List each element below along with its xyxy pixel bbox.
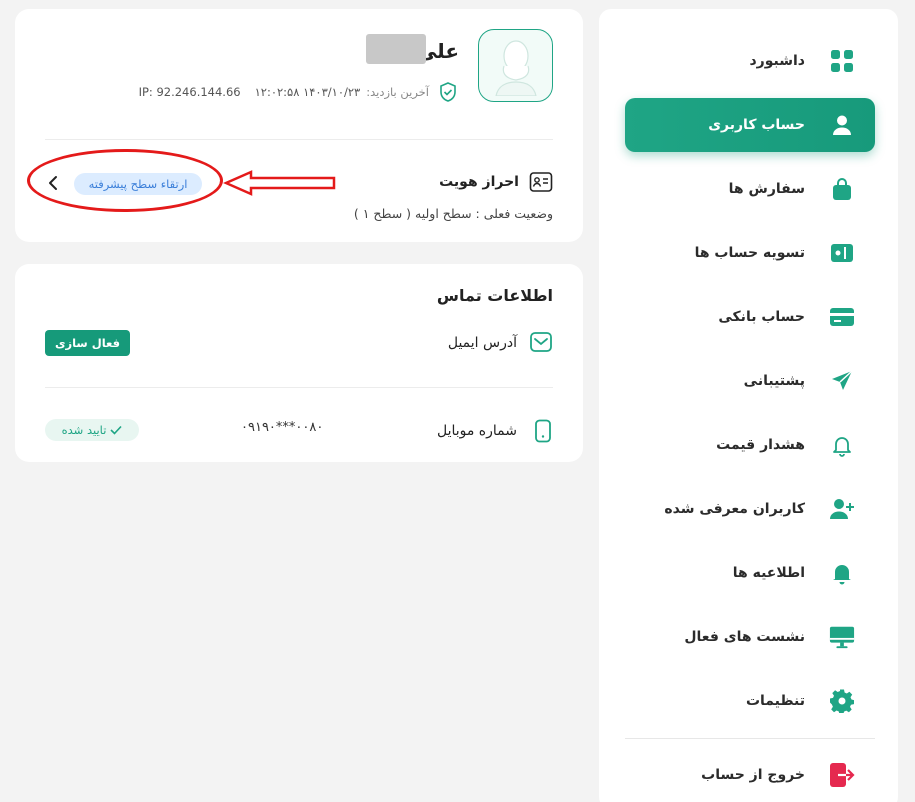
avatar: [478, 29, 553, 102]
id-card-icon: [529, 171, 553, 193]
verified-badge: تایید شده: [45, 419, 139, 441]
shopping-bag-icon: [829, 176, 855, 202]
verified-label: تایید شده: [61, 423, 107, 437]
mobile-row: شماره موبایل: [437, 419, 553, 443]
sidebar-item-price-alert[interactable]: هشدار قیمت: [625, 418, 875, 472]
sidebar-item-label: تنظیمات: [745, 693, 805, 709]
sidebar: داشبورد حساب کاربری سفارش ها تسویه حساب …: [599, 9, 898, 802]
kyc-row: احراز هویت: [439, 171, 553, 193]
email-row: آدرس ایمیل: [448, 331, 553, 355]
mail-icon: [529, 331, 553, 355]
sidebar-item-label: نشست های فعال: [684, 629, 805, 645]
sidebar-item-label: حساب بانکی: [718, 309, 805, 325]
kyc-status: وضعیت فعلی : سطح اولیه ( سطح ۱ ): [353, 206, 553, 221]
user-icon: [829, 112, 855, 138]
sidebar-item-orders[interactable]: سفارش ها: [625, 162, 875, 216]
sidebar-item-label: حساب کاربری: [708, 117, 805, 133]
sidebar-item-label: سفارش ها: [728, 181, 805, 197]
sidebar-item-active-sessions[interactable]: نشست های فعال: [625, 610, 875, 664]
gear-icon: [829, 688, 855, 714]
sidebar-item-label: کاربران معرفی شده: [664, 501, 805, 517]
mobile-label: شماره موبایل: [436, 423, 517, 439]
send-icon: [829, 368, 855, 394]
sidebar-item-settlements[interactable]: تسویه حساب ها: [625, 226, 875, 280]
last-visit-label: آخرین بازدید:: [366, 85, 429, 99]
logout-label: خروج از حساب: [701, 767, 805, 783]
bell-icon: [829, 560, 855, 586]
check-icon: [110, 425, 122, 435]
last-visit-row: آخرین بازدید: ۱۴۰۳/۱۰/۲۳ ۱۲:۰۲:۵۸ IP: 92…: [139, 82, 457, 102]
sidebar-item-label: تسویه حساب ها: [694, 245, 805, 261]
credit-card-icon: [829, 304, 855, 330]
wallet-icon: [829, 240, 855, 266]
sidebar-item-label: اطلاعیه ها: [732, 565, 805, 581]
sidebar-item-label: پشتیبانی: [743, 373, 805, 389]
redacted-name-block: [366, 34, 426, 64]
bell-outline-icon: [829, 432, 855, 458]
contact-title: اطلاعات تماس: [436, 286, 553, 305]
sidebar-item-label: داشبورد: [749, 53, 806, 69]
sidebar-item-account[interactable]: حساب کاربری: [625, 98, 875, 152]
sidebar-divider: [625, 738, 875, 739]
annotation-arrow: [223, 170, 336, 196]
sidebar-item-settings[interactable]: تنظیمات: [625, 674, 875, 728]
logout-button[interactable]: خروج از حساب: [625, 748, 875, 802]
email-label: آدرس ایمیل: [447, 335, 517, 351]
monitor-icon: [829, 624, 855, 650]
divider: [45, 387, 553, 388]
mobile-number: ۰۹۱۹۰***۰۰۸۰: [241, 420, 324, 435]
sidebar-item-referrals[interactable]: کاربران معرفی شده: [625, 482, 875, 536]
divider: [45, 139, 553, 140]
sidebar-item-support[interactable]: پشتیبانی: [625, 354, 875, 408]
kyc-label: احراز هویت: [439, 174, 519, 190]
sidebar-item-bank-account[interactable]: حساب بانکی: [625, 290, 875, 344]
mobile-phone-icon: [529, 419, 553, 443]
logout-icon: [829, 762, 855, 788]
sidebar-item-dashboard[interactable]: داشبورد: [625, 34, 875, 88]
dashboard-icon: [829, 48, 855, 74]
profile-card: علی آخرین بازدید: ۱۴۰۳/۱۰/۲۳ ۱۲:۰۲:۵۸ IP…: [15, 9, 583, 242]
activate-email-button[interactable]: فعال سازی: [45, 330, 130, 356]
annotation-highlight-ellipse: [27, 149, 223, 212]
ip-address: IP: 92.246.144.66: [138, 85, 241, 99]
user-plus-icon: [829, 496, 855, 522]
avatar-silhouette-icon: [494, 39, 537, 96]
shield-check-icon: [437, 82, 457, 102]
sidebar-item-announcements[interactable]: اطلاعیه ها: [625, 546, 875, 600]
contact-info-card: اطلاعات تماس آدرس ایمیل فعال سازی شماره …: [15, 264, 583, 462]
sidebar-item-label: هشدار قیمت: [716, 437, 805, 453]
last-visit-datetime: ۱۴۰۳/۱۰/۲۳ ۱۲:۰۲:۵۸: [254, 85, 361, 99]
